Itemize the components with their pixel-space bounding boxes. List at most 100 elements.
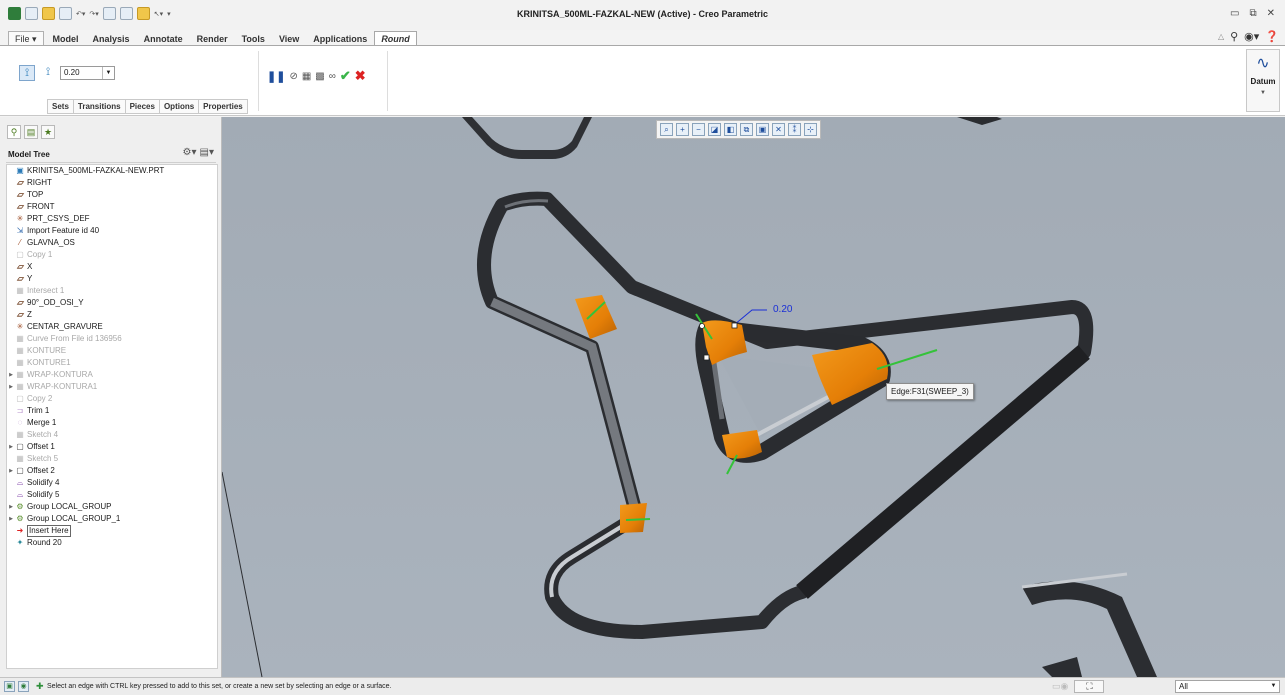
tree-item-x[interactable]: ▱ X: [7, 261, 217, 273]
expand-arrow-icon[interactable]: ▶: [7, 513, 15, 525]
tree-item-z[interactable]: ▱ Z: [7, 309, 217, 321]
community-icon[interactable]: ◉▾: [1244, 30, 1259, 43]
tree-item-sketch4[interactable]: ▦ Sketch 4: [7, 429, 217, 441]
round-preview-corner[interactable]: [722, 430, 762, 459]
zoom-in-icon[interactable]: +: [676, 123, 689, 136]
tree-settings-icon[interactable]: ⚙▾: [183, 147, 197, 158]
subtab-properties[interactable]: Properties: [198, 99, 248, 114]
tree-item-90-od-osi[interactable]: ▱ 90°_OD_OSI_Y: [7, 297, 217, 309]
selection-filter-value[interactable]: All: [1176, 681, 1268, 692]
display-style-icon[interactable]: ◧: [724, 123, 737, 136]
drag-handle[interactable]: [703, 354, 710, 361]
transition-mode-icon[interactable]: ⟟: [40, 65, 56, 81]
subtab-sets[interactable]: Sets: [47, 99, 73, 114]
tree-item-front[interactable]: ▱ FRONT: [7, 201, 217, 213]
annotation-display-icon[interactable]: ⁑: [788, 123, 801, 136]
tab-file[interactable]: File ▾: [8, 31, 44, 46]
drag-handle[interactable]: [731, 322, 738, 329]
tree-item-copy2[interactable]: ▢ Copy 2: [7, 393, 217, 405]
tree-item-centar[interactable]: ✳ CENTAR_GRAVURE: [7, 321, 217, 333]
tree-item-copy1[interactable]: ▢ Copy 1: [7, 249, 217, 261]
tree-item-solidify5[interactable]: ⌓ Solidify 5: [7, 489, 217, 501]
find-icon[interactable]: ⛶: [1074, 680, 1105, 693]
tab-view[interactable]: View: [272, 31, 306, 46]
zoom-out-icon[interactable]: −: [692, 123, 705, 136]
tree-item-merge[interactable]: ◌ Merge 1: [7, 417, 217, 429]
pause-icon[interactable]: ❚❚: [267, 70, 285, 83]
tree-item-konture[interactable]: ▦ KONTURE: [7, 345, 217, 357]
graphics-window[interactable]: ⌕ + − ◪ ◧ ⧉ ▣ ✕ ⁑ ⊹ 0.20 Edge:F31(SWEEP_…: [222, 117, 1285, 677]
no-preview-icon[interactable]: ⊘: [289, 71, 297, 82]
tree-item-round20[interactable]: ✦ Round 20: [7, 537, 217, 549]
chevron-down-icon[interactable]: ▼: [1247, 90, 1279, 96]
round-drag-handle[interactable]: [625, 518, 651, 521]
folder-browser-tab-icon[interactable]: ▤: [24, 125, 38, 139]
model-geometry[interactable]: [222, 117, 1285, 677]
radius-dimension-label[interactable]: 0.20: [773, 304, 792, 315]
model-tree-tab-icon[interactable]: ⚲: [7, 125, 21, 139]
tree-item-top[interactable]: ▱ TOP: [7, 189, 217, 201]
tree-item-intersect[interactable]: ▦ Intersect 1: [7, 285, 217, 297]
subtab-transitions[interactable]: Transitions: [72, 99, 125, 114]
tab-render[interactable]: Render: [190, 31, 235, 46]
datum-display-icon[interactable]: ✕: [772, 123, 785, 136]
tree-item-wrap[interactable]: ▶ ▦ WRAP-KONTURA: [7, 369, 217, 381]
attached-preview-icon[interactable]: ▦: [302, 71, 311, 82]
chevron-down-icon[interactable]: ▼: [102, 67, 114, 79]
spin-center-icon[interactable]: ⊹: [804, 123, 817, 136]
favorites-tab-icon[interactable]: ★: [41, 125, 55, 139]
saved-orientations-icon[interactable]: ⧉: [740, 123, 753, 136]
subtab-pieces[interactable]: Pieces: [124, 99, 159, 114]
tree-item-curve[interactable]: ▦ Curve From File id 136956: [7, 333, 217, 345]
tab-annotate[interactable]: Annotate: [137, 31, 190, 46]
ok-check-icon[interactable]: ✔: [340, 68, 351, 84]
detached-preview-icon[interactable]: ▩: [315, 71, 324, 82]
view-manager-icon[interactable]: ▣: [756, 123, 769, 136]
tree-item-sketch5[interactable]: ▦ Sketch 5: [7, 453, 217, 465]
tab-applications[interactable]: Applications: [306, 31, 374, 46]
tree-item-import[interactable]: ⇲ Import Feature id 40: [7, 225, 217, 237]
close-icon[interactable]: ✕: [1267, 8, 1275, 19]
tree-item-group[interactable]: ▶ ⚙ Group LOCAL_GROUP: [7, 501, 217, 513]
tree-item-offset2[interactable]: ▶ ▢ Offset 2: [7, 465, 217, 477]
tree-item-trim[interactable]: ⊐ Trim 1: [7, 405, 217, 417]
tree-item-wrap1[interactable]: ▶ ▦ WRAP-KONTURA1: [7, 381, 217, 393]
subtab-options[interactable]: Options: [158, 99, 199, 114]
tree-item-right[interactable]: ▱ RIGHT: [7, 177, 217, 189]
expand-arrow-icon[interactable]: ▶: [7, 465, 15, 477]
tree-item-insert-here[interactable]: ➜ Insert Here: [7, 525, 217, 537]
minimize-ribbon-icon[interactable]: △: [1218, 32, 1224, 41]
tab-tools[interactable]: Tools: [235, 31, 272, 46]
tree-item-konture1[interactable]: ▦ KONTURE1: [7, 357, 217, 369]
tree-item-csys[interactable]: ✳ PRT_CSYS_DEF: [7, 213, 217, 225]
expand-arrow-icon[interactable]: ▶: [7, 369, 15, 381]
tree-item-y[interactable]: ▱ Y: [7, 273, 217, 285]
drag-handle[interactable]: [699, 323, 705, 329]
radius-value[interactable]: 0.20: [61, 67, 102, 79]
expand-arrow-icon[interactable]: ▶: [7, 501, 15, 513]
repaint-icon[interactable]: ◪: [708, 123, 721, 136]
expand-arrow-icon[interactable]: ▶: [7, 441, 15, 453]
tab-round[interactable]: Round: [374, 31, 417, 46]
minimize-icon[interactable]: ▭: [1230, 8, 1239, 19]
help-icon[interactable]: ❓: [1265, 30, 1279, 43]
refit-icon[interactable]: ⌕: [660, 123, 673, 136]
cancel-x-icon[interactable]: ✖: [355, 68, 366, 84]
selection-filter[interactable]: All ▼: [1175, 680, 1280, 693]
chevron-down-icon[interactable]: ▼: [1268, 681, 1279, 692]
tree-item-solidify4[interactable]: ⌓ Solidify 4: [7, 477, 217, 489]
tree-item-part[interactable]: ▣ KRINITSA_500ML-FAZKAL-NEW.PRT: [7, 165, 217, 177]
tab-model[interactable]: Model: [46, 31, 86, 46]
verify-glasses-icon[interactable]: ∞: [329, 71, 336, 82]
restore-icon[interactable]: ⧉: [1249, 8, 1256, 19]
tree-item-offset1[interactable]: ▶ ▢ Offset 1: [7, 441, 217, 453]
datum-button[interactable]: ∿ Datum ▼: [1246, 49, 1280, 112]
set-mode-icon[interactable]: ⟟: [19, 65, 35, 81]
tree-item-group1[interactable]: ▶ ⚙ Group LOCAL_GROUP_1: [7, 513, 217, 525]
tree-item-axis[interactable]: ⁄ GLAVNA_OS: [7, 237, 217, 249]
tab-analysis[interactable]: Analysis: [86, 31, 137, 46]
expand-arrow-icon[interactable]: ▶: [7, 381, 15, 393]
round-preview-corner[interactable]: [620, 503, 647, 533]
radius-input[interactable]: 0.20 ▼: [60, 66, 115, 80]
show-browser-icon[interactable]: ◉: [18, 681, 29, 692]
